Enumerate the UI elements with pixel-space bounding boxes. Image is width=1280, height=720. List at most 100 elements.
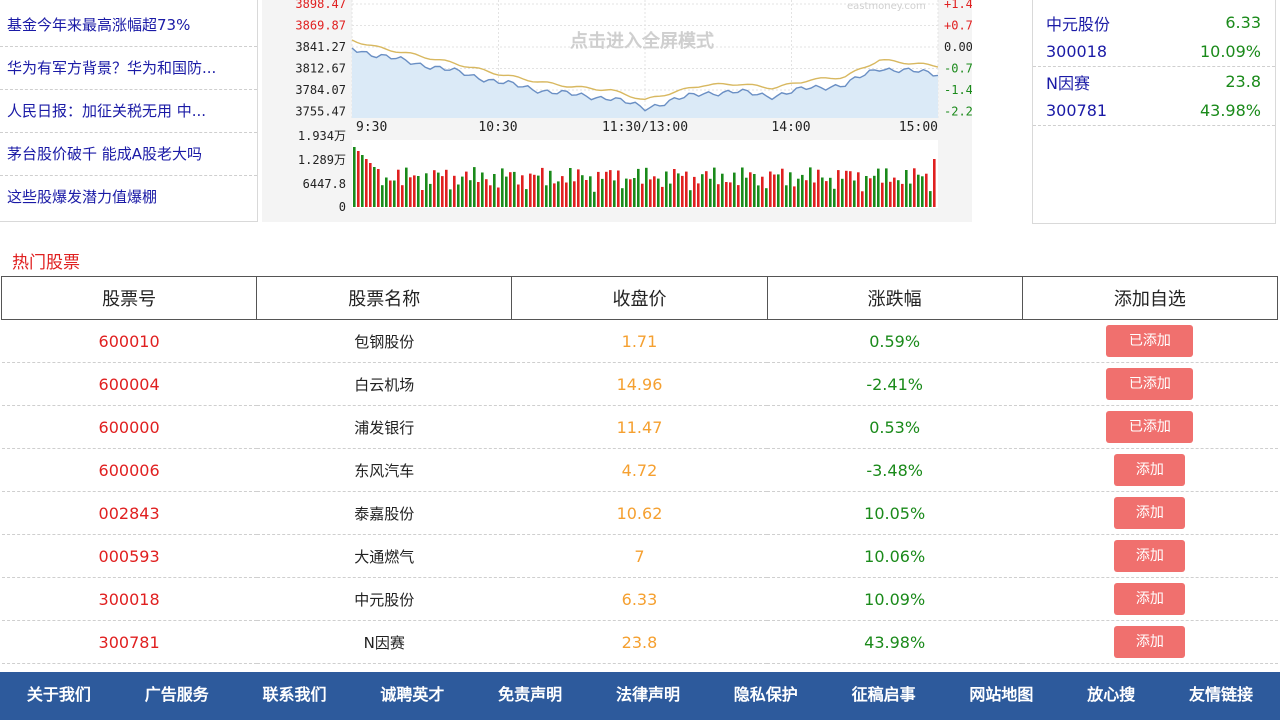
volume-bar	[669, 183, 672, 207]
volume-bar	[573, 181, 576, 207]
volume-bar	[765, 188, 768, 207]
price-change: 43.98%	[767, 620, 1023, 664]
volume-bar	[621, 188, 624, 207]
volume-bar	[553, 183, 556, 207]
price-tick-label: 3898.47	[295, 0, 346, 11]
volume-bar	[533, 174, 536, 207]
volume-bar	[629, 179, 632, 207]
volume-bar	[509, 172, 512, 207]
volume-bar	[489, 185, 492, 207]
volume-bar	[605, 171, 608, 207]
intraday-chart[interactable]: 点击进入全屏模式 eastmoney.com 3898.47 3869.87 384…	[262, 0, 972, 222]
footer-link-friends[interactable]: 友情链接	[1189, 681, 1253, 705]
volume-bar	[921, 176, 924, 207]
table-row: 600004 白云机场 14.96 -2.41% 已添加	[1, 362, 1278, 406]
price-tick-label: 3812.67	[295, 62, 346, 76]
added-button[interactable]: 已添加	[1106, 368, 1194, 400]
news-item[interactable]: 人民日报：加征关税无用 中...	[0, 90, 257, 133]
volume-bar	[877, 168, 880, 207]
volume-bar	[917, 174, 920, 207]
percent-tick-label: +0.74%	[944, 19, 972, 33]
side-stock-name[interactable]: 中元股份	[1046, 11, 1110, 35]
news-item[interactable]: 华为有军方背景？华为和国防...	[0, 47, 257, 90]
column-header-name: 股票名称	[256, 276, 513, 320]
column-header-code: 股票号	[0, 276, 258, 320]
volume-bar	[825, 181, 828, 207]
volume-bar	[653, 176, 656, 207]
volume-bar	[909, 183, 912, 207]
news-item[interactable]: 茅台股价破千 能成A股老大吗	[0, 133, 257, 176]
volume-bar	[545, 185, 548, 207]
price-change: 10.09%	[767, 577, 1023, 621]
footer-link-sitemap[interactable]: 网站地图	[969, 681, 1033, 705]
volume-bar	[697, 183, 700, 207]
volume-bar	[421, 190, 424, 207]
add-to-watchlist-button[interactable]: 添加	[1114, 497, 1186, 529]
stock-code: 600004	[1, 362, 257, 406]
side-stock-code[interactable]: 300018	[1046, 42, 1107, 61]
news-item[interactable]: 这些股爆发潜力值爆棚	[0, 176, 257, 219]
volume-tick-label: 1.289万	[298, 153, 346, 167]
footer-link-privacy[interactable]: 隐私保护	[734, 681, 798, 705]
volume-bar	[537, 175, 540, 207]
volume-bar	[381, 185, 384, 207]
add-to-watchlist-button[interactable]: 添加	[1114, 626, 1186, 658]
volume-bar	[417, 176, 420, 207]
time-tick-label: 9:30	[356, 120, 387, 135]
volume-tick-label: 0	[339, 200, 346, 214]
side-stock-item[interactable]: N因赛 23.8 300781 43.98%	[1033, 67, 1275, 126]
volume-bar	[657, 178, 660, 207]
volume-bar	[873, 175, 876, 207]
volume-bar	[745, 177, 748, 207]
volume-bar	[933, 159, 936, 207]
footer-link-jobs[interactable]: 诚聘英才	[380, 681, 444, 705]
stock-name: 东风汽车	[256, 448, 512, 492]
volume-bar	[493, 174, 496, 207]
volume-bar	[585, 180, 588, 207]
volume-bar	[797, 178, 800, 207]
chart-brand: eastmoney.com	[847, 1, 926, 12]
volume-bar	[437, 172, 440, 207]
side-stock-code[interactable]: 300781	[1046, 101, 1107, 120]
volume-bar	[725, 182, 728, 207]
news-list: 基金今年来最高涨幅超73% 华为有军方背景？华为和国防... 人民日报：加征关税…	[0, 0, 258, 222]
page: 基金今年来最高涨幅超73% 华为有军方背景？华为和国防... 人民日报：加征关税…	[0, 0, 1280, 720]
footer-link-submissions[interactable]: 征稿启事	[852, 681, 916, 705]
stock-code: 600010	[1, 319, 257, 363]
footer-link-disclaimer[interactable]: 免责声明	[498, 681, 562, 705]
footer-link-ads[interactable]: 广告服务	[145, 681, 209, 705]
chart-canvas[interactable]: 点击进入全屏模式 eastmoney.com 3898.47 3869.87 384…	[262, 0, 972, 222]
footer-link-contact[interactable]: 联系我们	[263, 681, 327, 705]
added-button[interactable]: 已添加	[1106, 411, 1194, 443]
volume-bar	[913, 168, 916, 207]
footer-link-legal[interactable]: 法律声明	[616, 681, 680, 705]
volume-bar	[845, 170, 848, 207]
added-button[interactable]: 已添加	[1106, 325, 1194, 357]
add-cell: 添加	[1022, 448, 1278, 492]
volume-bar	[741, 167, 744, 207]
volume-bar	[701, 174, 704, 207]
volume-bar	[893, 177, 896, 207]
volume-bar	[577, 169, 580, 207]
volume-bar	[821, 177, 824, 207]
add-to-watchlist-button[interactable]: 添加	[1114, 583, 1186, 615]
volume-bar	[853, 180, 856, 207]
footer-link-about[interactable]: 关于我们	[27, 681, 91, 705]
add-to-watchlist-button[interactable]: 添加	[1114, 540, 1186, 572]
table-row: 300781 N因赛 23.8 43.98% 添加	[1, 620, 1278, 664]
volume-bar	[761, 176, 764, 207]
volume-bar	[449, 189, 452, 207]
volume-bar	[753, 174, 756, 207]
volume-bar	[441, 176, 444, 207]
volume-bar	[733, 172, 736, 207]
side-stock-name[interactable]: N因赛	[1046, 70, 1090, 94]
news-item[interactable]: 基金今年来最高涨幅超73%	[0, 0, 257, 47]
volume-bar	[777, 174, 780, 207]
volume-bar	[413, 175, 416, 207]
add-to-watchlist-button[interactable]: 添加	[1114, 454, 1186, 486]
volume-bar	[397, 169, 400, 207]
footer-link-safe-search[interactable]: 放心搜	[1087, 681, 1135, 705]
side-stock-item[interactable]: 中元股份 6.33 300018 10.09%	[1033, 0, 1275, 67]
volume-bar	[789, 172, 792, 207]
volume-bar	[729, 182, 732, 207]
